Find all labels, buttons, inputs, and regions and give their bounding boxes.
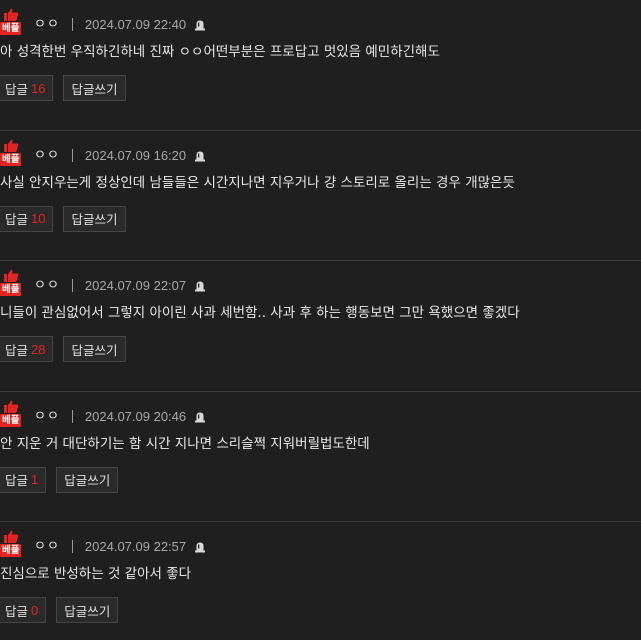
- comment-actions: 답글 0 답글쓰기: [0, 597, 119, 623]
- comment-actions: 답글 1 답글쓰기: [0, 466, 119, 493]
- reply-count: 1: [31, 472, 39, 487]
- comment-date: 2024.07.09 20:46: [84, 408, 187, 424]
- best-badge: 베플: [0, 8, 28, 35]
- comment-meta: 베플 ㅇㅇ 2024.07.09 22:07: [0, 268, 206, 296]
- best-badge-label: 베플: [0, 283, 22, 296]
- thumbs-up-icon: [4, 530, 19, 543]
- reply-count-button[interactable]: 답글 16: [0, 75, 54, 101]
- nickname[interactable]: ㅇㅇ: [34, 146, 60, 166]
- best-badge: 베플: [0, 400, 28, 427]
- thumbs-up-icon: [4, 400, 19, 413]
- reply-count: 16: [31, 80, 46, 96]
- write-reply-label: 답글쓰기: [64, 603, 111, 619]
- comment-actions: 답글 28 답글쓰기: [0, 336, 126, 362]
- divider: [71, 279, 73, 292]
- reply-label: 답글: [5, 473, 29, 488]
- ip-lamp-icon: [195, 412, 206, 422]
- reply-count-button[interactable]: 답글 10: [0, 205, 54, 232]
- best-badge-label: 베플: [0, 544, 22, 557]
- comment-text: 안 지운 거 대단하기는 함 시간 지나면 스리슬쩍 지워버릴법도한데: [0, 435, 370, 452]
- best-badge: 베플: [0, 269, 28, 296]
- write-reply-label: 답글쓰기: [71, 212, 118, 227]
- thumbs-up-icon: [4, 139, 19, 152]
- comment-text: 사실 안지우는게 정상인데 남들들은 시간지나면 지우거나 걍 스토리로 올리는…: [0, 174, 515, 191]
- write-reply-label: 답글쓰기: [64, 473, 111, 488]
- ip-lamp-icon: [195, 20, 206, 31]
- reply-label: 답글: [5, 81, 29, 97]
- reply-count: 10: [31, 211, 46, 226]
- comment-date: 2024.07.09 16:20: [84, 147, 187, 163]
- reply-count: 28: [31, 341, 46, 357]
- comment-item: 베플 ㅇㅇ 2024.07.09 16:20 사실 안지우는게 정상인데 남들들…: [0, 131, 641, 261]
- write-reply-label: 답글쓰기: [71, 342, 118, 358]
- ip-lamp-icon: [195, 151, 206, 161]
- write-reply-button[interactable]: 답글쓰기: [63, 75, 126, 101]
- comment-actions: 답글 16 답글쓰기: [0, 75, 126, 101]
- write-reply-label: 답글쓰기: [71, 81, 118, 97]
- comment-meta: 베플 ㅇㅇ 2024.07.09 22:40: [0, 7, 206, 35]
- best-badge: 베플: [0, 139, 28, 166]
- best-badge-label: 베플: [0, 22, 22, 35]
- write-reply-button[interactable]: 답글쓰기: [56, 597, 119, 623]
- divider: [71, 540, 73, 553]
- reply-count-button[interactable]: 답글 0: [0, 597, 47, 623]
- comment-text: 진심으로 반성하는 것 같아서 좋다: [0, 566, 192, 582]
- nickname[interactable]: ㅇㅇ: [34, 276, 60, 296]
- thumbs-up-icon: [4, 269, 19, 282]
- comment-text: 아 성격한번 우직하긴하네 진짜 ㅇㅇ어떤부분은 프로답고 멋있음 예민하긴해도: [0, 44, 440, 60]
- write-reply-button[interactable]: 답글쓰기: [63, 205, 126, 232]
- comment-actions: 답글 10 답글쓰기: [0, 205, 126, 232]
- comment-date: 2024.07.09 22:40: [84, 17, 187, 32]
- reply-count-button[interactable]: 답글 28: [0, 336, 54, 362]
- best-badge-label: 베플: [0, 152, 22, 166]
- comment-meta: 베플 ㅇㅇ 2024.07.09 22:57: [0, 529, 206, 557]
- comment-meta: 베플 ㅇㅇ 2024.07.09 16:20: [0, 138, 206, 166]
- reply-label: 답글: [5, 342, 29, 358]
- reply-count-button[interactable]: 답글 1: [0, 466, 47, 493]
- thumbs-up-icon: [4, 8, 19, 21]
- reply-label: 답글: [5, 212, 29, 227]
- comment-date: 2024.07.09 22:07: [84, 278, 187, 293]
- reply-count: 0: [31, 602, 39, 618]
- write-reply-button[interactable]: 답글쓰기: [63, 336, 126, 362]
- nickname[interactable]: ㅇㅇ: [34, 407, 60, 427]
- best-badge-label: 베플: [0, 413, 22, 427]
- comment-list: 베플 ㅇㅇ 2024.07.09 22:40 아 성격한번 우직하긴하네 진짜 …: [0, 0, 641, 640]
- divider: [71, 18, 73, 31]
- nickname[interactable]: ㅇㅇ: [34, 15, 60, 35]
- ip-lamp-icon: [195, 281, 206, 292]
- comment-meta: 베플 ㅇㅇ 2024.07.09 20:46: [0, 399, 206, 427]
- ip-lamp-icon: [195, 542, 206, 553]
- comment-item: 베플 ㅇㅇ 2024.07.09 22:40 아 성격한번 우직하긴하네 진짜 …: [0, 0, 641, 131]
- comment-date: 2024.07.09 22:57: [84, 539, 187, 554]
- nickname[interactable]: ㅇㅇ: [34, 537, 60, 557]
- best-badge: 베플: [0, 530, 28, 557]
- reply-label: 답글: [5, 603, 29, 619]
- comment-item: 베플 ㅇㅇ 2024.07.09 20:46 안 지운 거 대단하기는 함 시간…: [0, 392, 641, 522]
- comment-item: 베플 ㅇㅇ 2024.07.09 22:57 진심으로 반성하는 것 같아서 좋…: [0, 522, 641, 640]
- divider: [71, 148, 73, 162]
- write-reply-button[interactable]: 답글쓰기: [56, 466, 119, 493]
- comment-text: 니들이 관심없어서 그렇지 아이린 사과 세번함.. 사과 후 하는 행동보면 …: [0, 305, 520, 321]
- divider: [71, 409, 73, 423]
- comment-item: 베플 ㅇㅇ 2024.07.09 22:07 니들이 관심없어서 그렇지 아이린…: [0, 261, 641, 392]
